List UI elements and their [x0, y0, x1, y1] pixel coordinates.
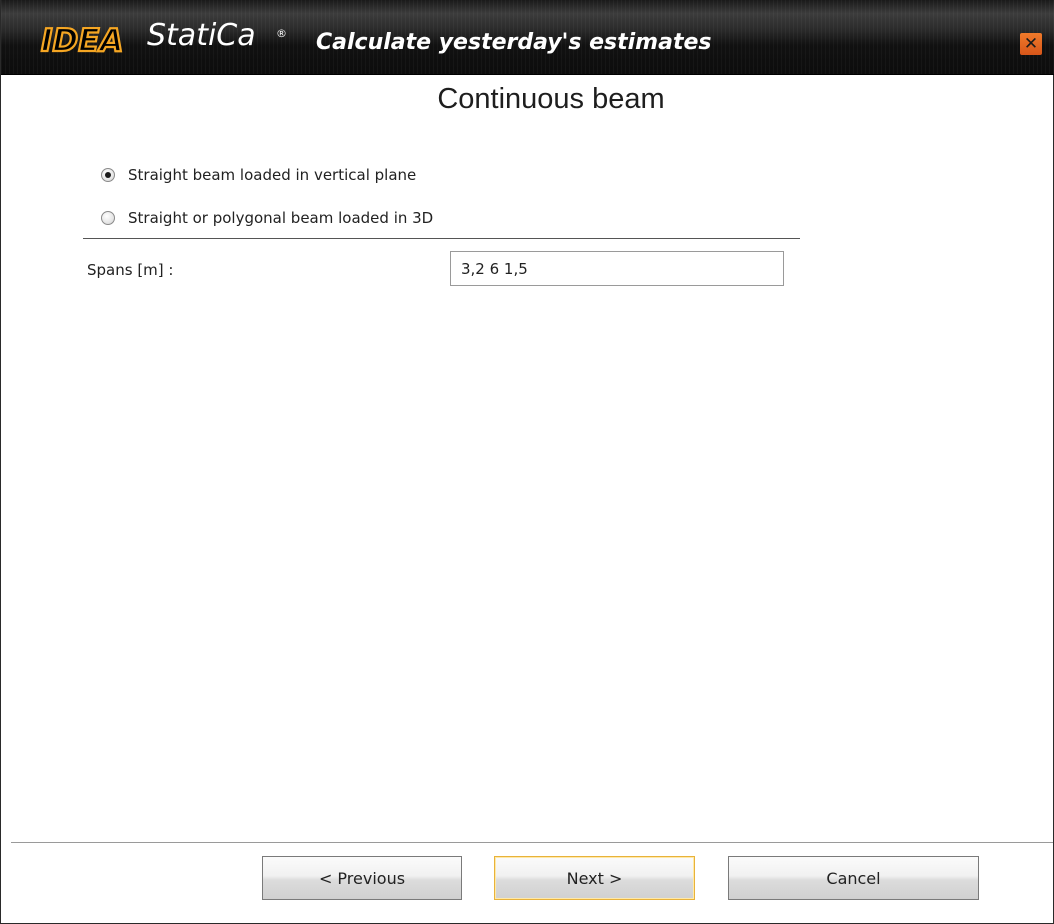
radio-option-3d[interactable]: Straight or polygonal beam loaded in 3D — [101, 207, 433, 229]
registered-mark: ® — [276, 27, 287, 40]
close-button[interactable]: ✕ — [1020, 33, 1042, 55]
radio-label-3d: Straight or polygonal beam loaded in 3D — [128, 209, 434, 227]
radio-selected-icon[interactable] — [101, 168, 115, 182]
statica-logo-text: StatiCa — [147, 18, 256, 53]
next-button[interactable]: Next > — [494, 856, 695, 900]
previous-button[interactable]: < Previous — [262, 856, 462, 900]
cancel-button[interactable]: Cancel — [728, 856, 979, 900]
radio-label-vertical-plane: Straight beam loaded in vertical plane — [128, 166, 417, 184]
tagline: Calculate yesterday's estimates — [316, 30, 712, 55]
idea-logo: IDEA — [40, 22, 125, 60]
wizard-window: IDEA StatiCa ® Calculate yesterday's est… — [0, 0, 1054, 924]
page-title: Continuous beam — [437, 83, 665, 115]
idea-logo-text: IDEA — [40, 22, 125, 59]
spans-input[interactable] — [450, 251, 784, 286]
close-icon: ✕ — [1023, 33, 1039, 54]
footer-divider — [11, 842, 1053, 843]
radio-unselected-icon[interactable] — [101, 211, 115, 225]
spans-label: Spans [m] : — [87, 261, 174, 279]
title-bar: IDEA StatiCa ® Calculate yesterday's est… — [1, 0, 1054, 75]
section-divider — [83, 238, 800, 239]
radio-option-vertical-plane[interactable]: Straight beam loaded in vertical plane — [101, 164, 416, 186]
